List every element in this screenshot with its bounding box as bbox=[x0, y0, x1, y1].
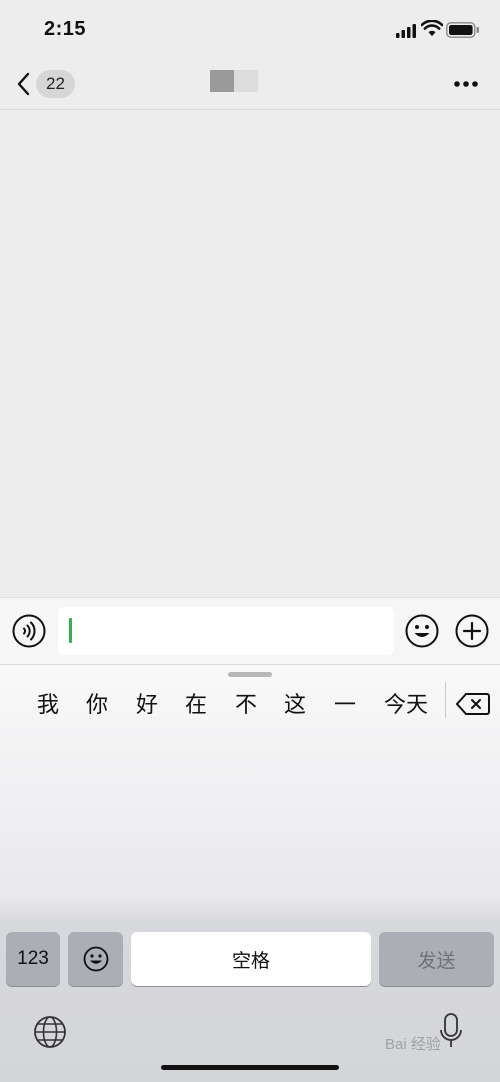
wifi-icon bbox=[421, 20, 443, 36]
send-key[interactable]: 发送 bbox=[379, 932, 494, 986]
home-indicator[interactable] bbox=[161, 1065, 339, 1070]
message-list[interactable] bbox=[0, 111, 500, 597]
numbers-key[interactable]: 123 bbox=[6, 932, 60, 986]
watermark-text: Bai 经验 bbox=[385, 1036, 441, 1053]
candidate-bar: 我 你 好 在 不 这 一 今天 bbox=[0, 685, 500, 725]
candidate-word[interactable]: 你 bbox=[82, 685, 112, 725]
candidate-word[interactable]: 今天 bbox=[380, 685, 432, 725]
more-options-button[interactable] bbox=[452, 74, 482, 94]
more-functions-plus-button[interactable] bbox=[455, 614, 489, 648]
candidate-word[interactable]: 这 bbox=[280, 685, 310, 725]
keyboard: 我 你 好 在 不 这 一 今天 123 空格 发送 Bai 经验 bbox=[0, 665, 500, 1082]
cellular-signal-icon bbox=[396, 24, 416, 38]
status-time: 2:15 bbox=[44, 18, 87, 40]
candidate-word[interactable]: 我 bbox=[33, 685, 63, 725]
unread-count-badge: 22 bbox=[36, 70, 75, 98]
globe-icon[interactable] bbox=[33, 1015, 67, 1049]
keyboard-drag-handle[interactable] bbox=[228, 672, 272, 677]
chat-title-obscured bbox=[210, 70, 258, 92]
battery-icon bbox=[446, 22, 479, 38]
text-cursor bbox=[69, 618, 72, 643]
candidate-word[interactable]: 在 bbox=[181, 685, 211, 725]
message-input-bar bbox=[0, 597, 500, 665]
emoji-icon bbox=[83, 946, 108, 972]
candidate-word[interactable]: 一 bbox=[330, 685, 360, 725]
emoji-button[interactable] bbox=[405, 614, 439, 648]
emoji-key[interactable] bbox=[68, 932, 123, 986]
candidate-word[interactable]: 好 bbox=[132, 685, 162, 725]
candidate-word[interactable]: 不 bbox=[231, 685, 261, 725]
candidate-divider bbox=[445, 682, 446, 718]
chat-header: 22 bbox=[0, 58, 500, 110]
status-bar: 2:15 bbox=[0, 0, 500, 58]
back-button[interactable]: 22 bbox=[16, 68, 86, 100]
chevron-left-icon bbox=[17, 72, 30, 96]
message-text-field[interactable] bbox=[58, 607, 394, 655]
microphone-icon[interactable] bbox=[439, 1013, 463, 1051]
voice-input-button[interactable] bbox=[12, 614, 46, 648]
delete-backspace-button[interactable] bbox=[456, 692, 490, 716]
space-key[interactable]: 空格 bbox=[131, 932, 371, 986]
